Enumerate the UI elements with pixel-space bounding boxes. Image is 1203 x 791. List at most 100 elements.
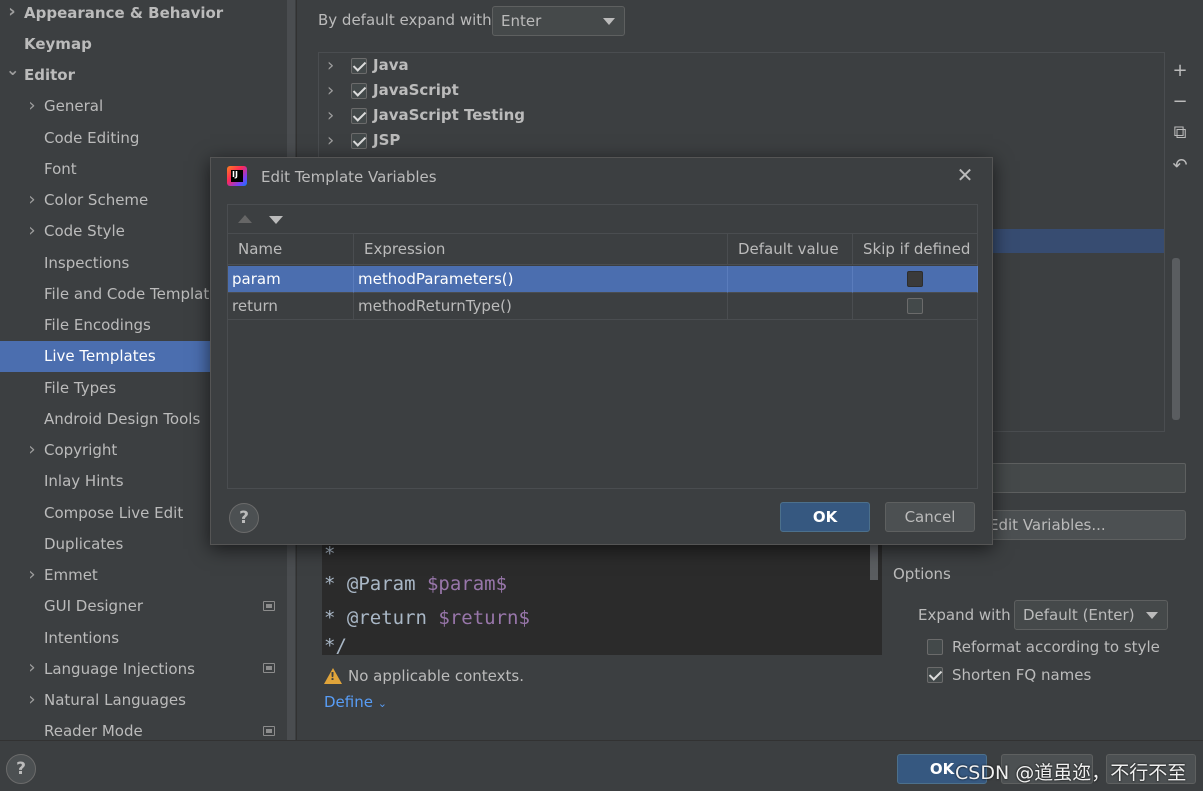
tree-row[interactable]: › JavaScript Testing — [319, 104, 1159, 128]
options-label: Options — [893, 565, 951, 583]
reformat-checkbox[interactable] — [927, 639, 943, 655]
chevron-down-icon — [1146, 612, 1158, 619]
expand-with-combo[interactable]: Enter — [492, 6, 625, 36]
dialog-cancel-button[interactable]: Cancel — [885, 502, 975, 532]
sidebar-item-label: General — [44, 97, 104, 116]
chevron-right-icon[interactable]: › — [327, 130, 334, 151]
tree-row[interactable]: › JavaScript — [319, 79, 1159, 103]
table-cell-name[interactable]: param — [228, 266, 354, 293]
description-field[interactable] — [988, 463, 1186, 493]
table-row[interactable]: return methodReturnType() — [228, 293, 978, 320]
close-icon[interactable]: ✕ — [956, 165, 974, 185]
shorten-fq-checkbox[interactable] — [927, 667, 943, 683]
chevron-right-icon[interactable]: › — [26, 190, 38, 208]
column-header-default-value[interactable]: Default value — [728, 234, 853, 265]
copy-icon[interactable]: ⧉ — [1171, 124, 1189, 142]
sidebar-item-label: File and Code Templates — [44, 284, 227, 303]
sidebar-item-label: Inspections — [44, 253, 130, 272]
help-icon[interactable]: ? — [6, 754, 36, 784]
tree-row[interactable]: › Java — [319, 54, 1159, 78]
table-cell-default[interactable] — [728, 293, 853, 320]
sidebar-item-label: Keymap — [24, 34, 92, 53]
warning-text: No applicable contexts. — [348, 667, 524, 685]
watermark: CSDN @道虽迩，不行不至 — [955, 762, 1187, 784]
dialog-help-icon[interactable]: ? — [229, 503, 259, 533]
shorten-fq-label: Shorten FQ names — [952, 666, 1092, 684]
column-header-skip-if-defined[interactable]: Skip if defined — [853, 234, 978, 265]
table-cell-expression[interactable]: methodParameters() — [354, 266, 728, 293]
chevron-right-icon[interactable]: › — [26, 221, 38, 239]
sidebar-item[interactable]: › Appearance & Behavior — [0, 0, 296, 28]
settings-window: › Appearance & Behavior Keymap ⌄ Editor › Gene… — [0, 0, 1203, 791]
template-text-editor[interactable]: * * @Param $param$ * @return $return$ */ — [322, 545, 882, 655]
table-cell-default[interactable] — [728, 266, 853, 293]
chevron-down-icon[interactable]: ⌄ — [6, 61, 19, 77]
dialog-ok-button[interactable]: OK — [780, 502, 870, 532]
sidebar-item-label: Color Scheme — [44, 191, 149, 209]
skip-if-defined-checkbox[interactable] — [907, 298, 923, 314]
chevron-right-icon[interactable]: › — [26, 659, 38, 677]
table-cell-name[interactable]: return — [228, 293, 354, 320]
sidebar-item-label: GUI Designer — [44, 597, 143, 616]
define-link[interactable]: Define ⌄ — [324, 693, 387, 711]
expand-with-value: Enter — [501, 12, 542, 30]
chevron-right-icon[interactable]: › — [327, 105, 334, 126]
expand-with-options-label: Expand with — [918, 606, 1011, 624]
sidebar-item[interactable]: Code Editing — [0, 122, 296, 153]
editor-scrollbar[interactable] — [870, 545, 878, 580]
sidebar-item-label: File Types — [44, 378, 117, 397]
sidebar-item-label: Inlay Hints — [44, 472, 124, 491]
editor-line: * @Param $param$ — [324, 573, 507, 595]
table-cell-skip — [853, 293, 978, 320]
tree-row-checkbox[interactable] — [351, 108, 367, 124]
sidebar-item[interactable]: Intentions — [0, 622, 296, 653]
chevron-down-icon: ⌄ — [377, 697, 387, 710]
sidebar-item-label: File Encodings — [44, 316, 151, 334]
sidebar-item[interactable]: › Language Injections — [0, 653, 296, 684]
chevron-right-icon[interactable]: › — [26, 690, 38, 708]
table-cell-expression[interactable]: methodReturnType() — [354, 293, 728, 320]
chevron-right-icon[interactable]: › — [327, 55, 334, 76]
sidebar-item[interactable]: ⌄ Editor — [0, 60, 296, 91]
expand-with-options-combo[interactable]: Default (Enter) — [1014, 600, 1168, 630]
editor-line: * @return $return$ — [324, 607, 530, 629]
tree-row[interactable]: › JSP — [319, 129, 1159, 153]
sidebar-item[interactable]: GUI Designer — [0, 591, 296, 622]
settings-ok-label: OK — [929, 760, 955, 778]
sidebar-item[interactable]: Keymap — [0, 28, 296, 59]
add-icon[interactable]: + — [1171, 62, 1189, 80]
editor-text: * @Param — [324, 573, 427, 595]
skip-if-defined-checkbox[interactable] — [907, 271, 923, 287]
tree-row-checkbox[interactable] — [351, 83, 367, 99]
tree-row-label: JavaScript — [373, 81, 459, 99]
sidebar-item-label: Appearance & Behavior — [24, 3, 224, 22]
column-header-expression[interactable]: Expression — [354, 234, 728, 265]
sidebar-item[interactable]: › General — [0, 91, 296, 122]
variables-table[interactable]: Name Expression Default value Skip if de… — [227, 234, 978, 489]
tree-scrollbar[interactable] — [1172, 258, 1180, 420]
remove-icon[interactable]: − — [1171, 93, 1189, 111]
tree-row-checkbox[interactable] — [351, 58, 367, 74]
edit-variables-label: Edit Variables... — [989, 516, 1106, 534]
chevron-right-icon[interactable]: › — [26, 440, 38, 458]
sidebar-item[interactable]: › Emmet — [0, 560, 296, 591]
edit-variables-button[interactable]: Edit Variables... — [988, 510, 1186, 540]
sidebar-item-label: Code Style — [44, 222, 125, 241]
chevron-right-icon[interactable]: › — [26, 96, 38, 114]
project-level-icon — [263, 600, 275, 611]
sidebar-item[interactable]: Reader Mode — [0, 716, 296, 740]
chevron-right-icon[interactable]: › — [327, 80, 334, 101]
warning-icon — [324, 668, 342, 684]
move-up-icon[interactable] — [238, 215, 252, 223]
sidebar-item-label: Copyright — [44, 441, 118, 459]
restore-icon[interactable]: ↶ — [1171, 157, 1189, 175]
table-row[interactable]: param methodParameters() — [228, 266, 978, 293]
chevron-right-icon[interactable]: › — [6, 3, 18, 21]
dialog-title: Edit Template Variables — [261, 168, 437, 186]
column-header-name[interactable]: Name — [228, 234, 354, 265]
sidebar-item[interactable]: › Natural Languages — [0, 685, 296, 716]
chevron-right-icon[interactable]: › — [26, 565, 38, 583]
tree-row-checkbox[interactable] — [351, 133, 367, 149]
reformat-label: Reformat according to style — [952, 638, 1160, 656]
move-down-icon[interactable] — [269, 216, 283, 224]
